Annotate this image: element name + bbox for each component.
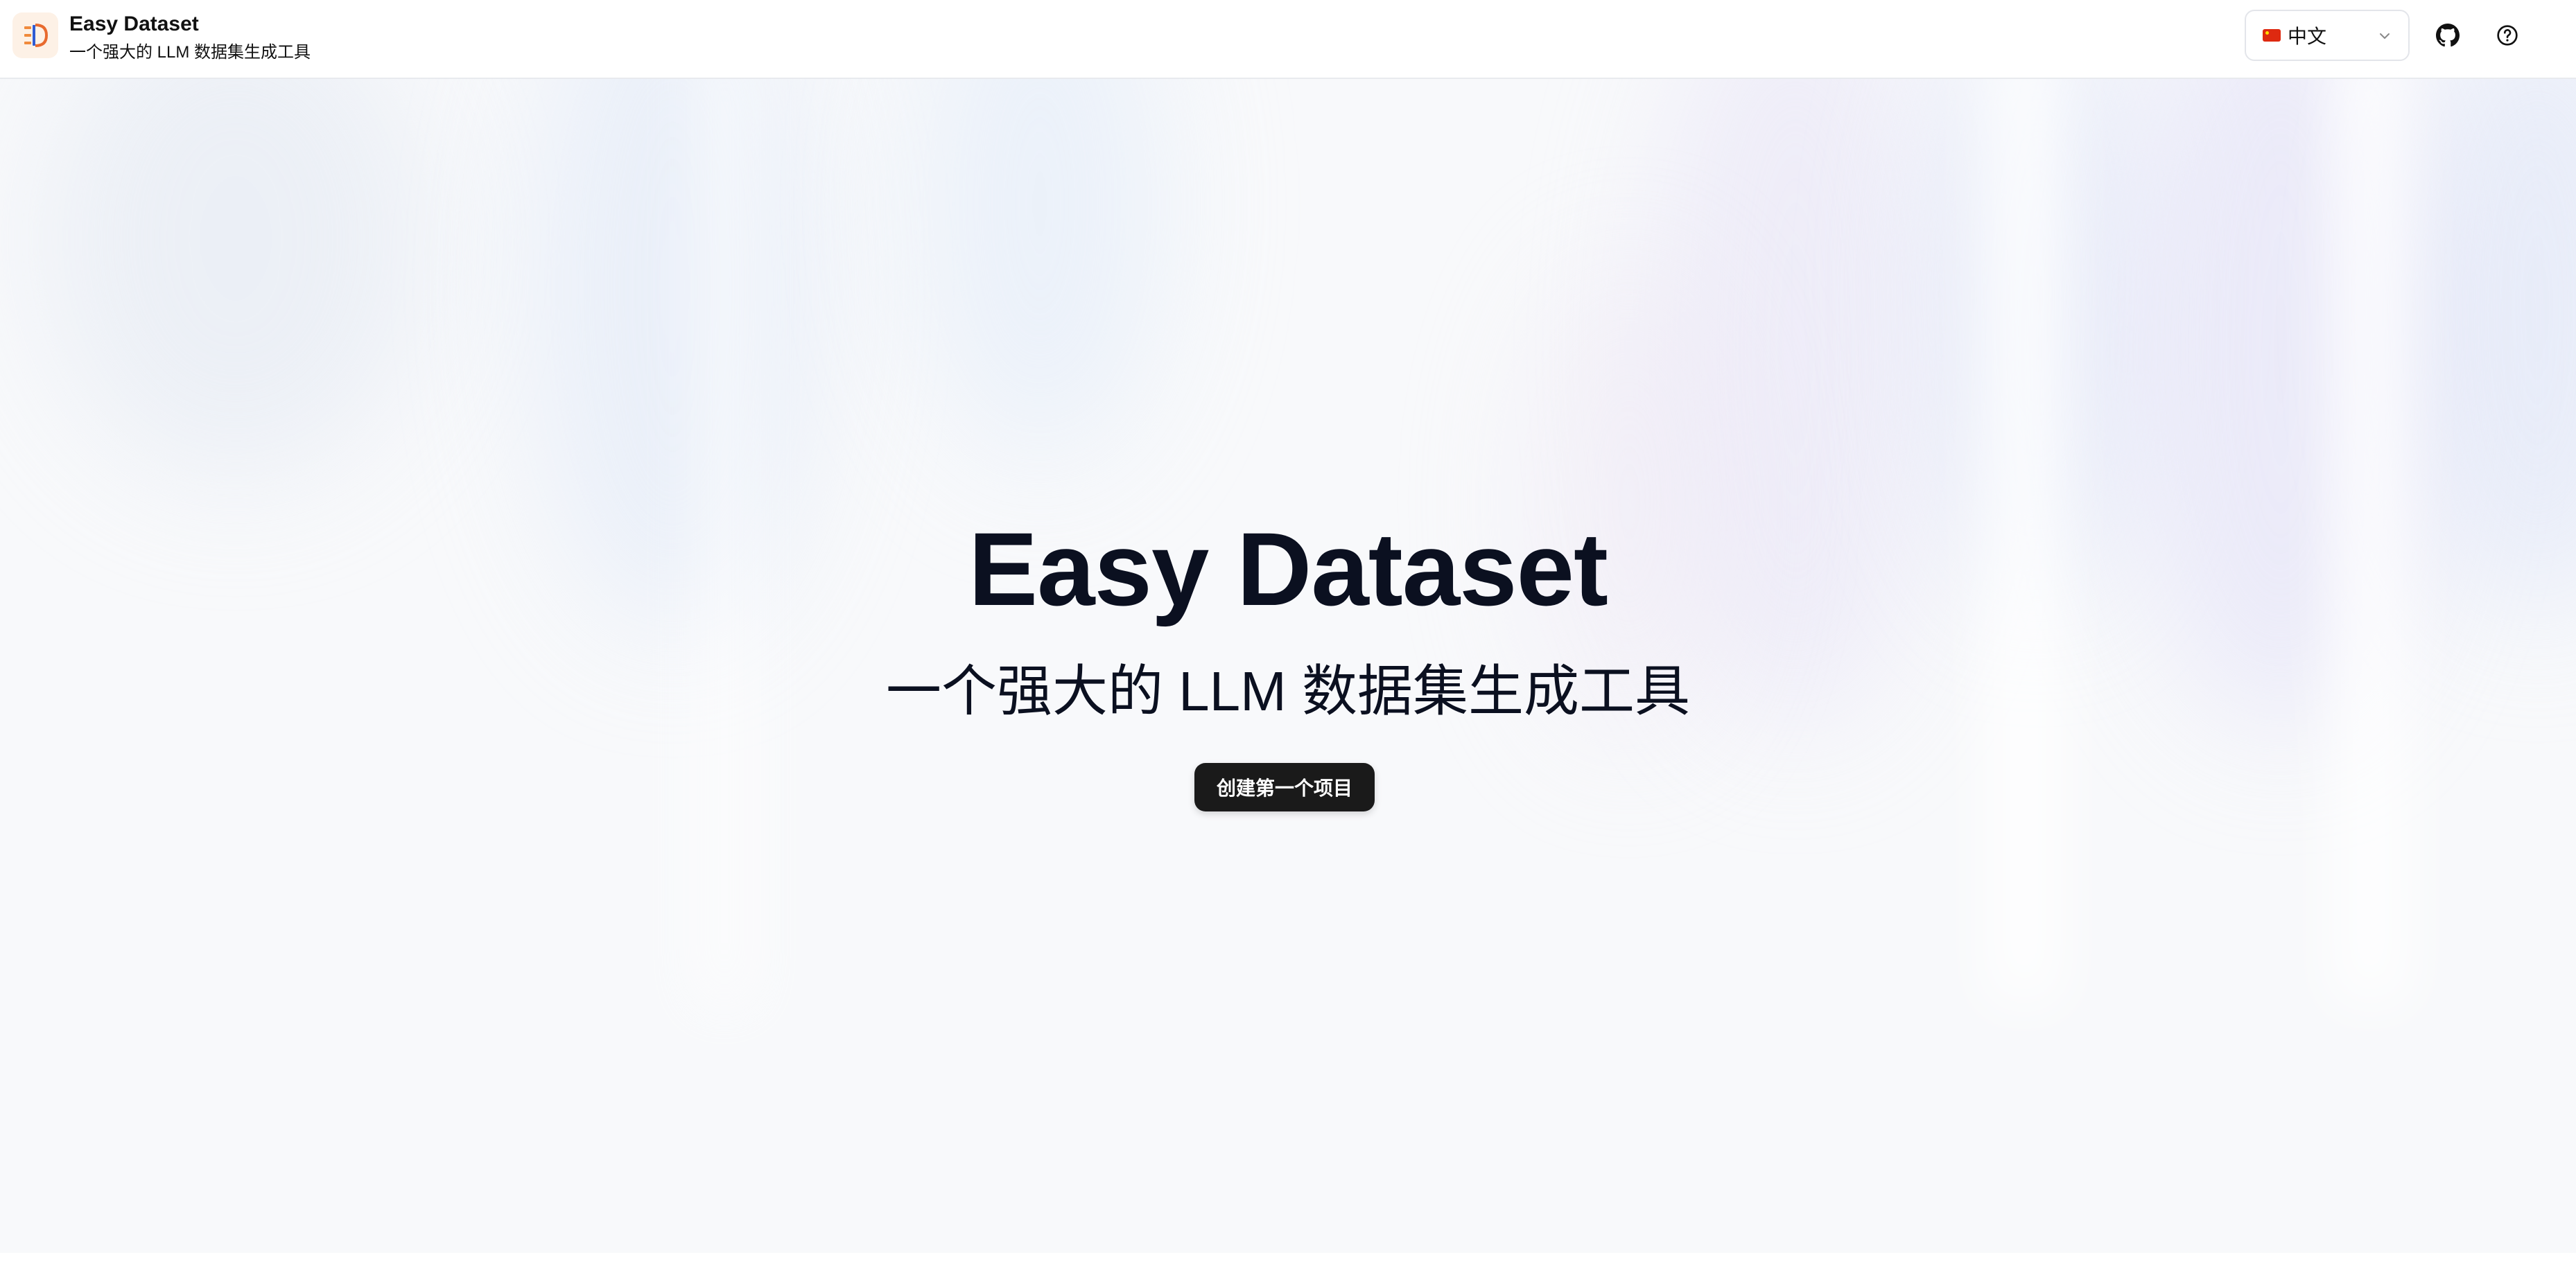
landing-page: Easy Dataset 一个强大的 LLM 数据集生成工具 中文 Easy D…: [0, 0, 2576, 1282]
github-button[interactable]: [2429, 17, 2466, 54]
github-icon: [2436, 24, 2460, 47]
hero-subtitle: 一个强大的 LLM 数据集生成工具: [885, 660, 1691, 722]
app-tagline: 一个强大的 LLM 数据集生成工具: [69, 43, 311, 62]
app-name: Easy Dataset: [69, 12, 199, 35]
hero-title: Easy Dataset: [968, 511, 1608, 627]
language-select[interactable]: 中文: [2245, 10, 2410, 61]
cn-flag-icon: [2263, 29, 2281, 42]
create-first-project-button[interactable]: 创建第一个项目: [1194, 763, 1375, 811]
top-navbar: Easy Dataset 一个强大的 LLM 数据集生成工具 中文: [0, 0, 2576, 79]
help-button[interactable]: [2489, 17, 2526, 54]
app-logo-icon[interactable]: [12, 12, 58, 58]
page-bottom-strip: [0, 1253, 2576, 1282]
help-icon: [2497, 25, 2518, 46]
language-select-value: 中文: [2288, 26, 2327, 47]
chevron-down-icon: [2380, 33, 2390, 39]
